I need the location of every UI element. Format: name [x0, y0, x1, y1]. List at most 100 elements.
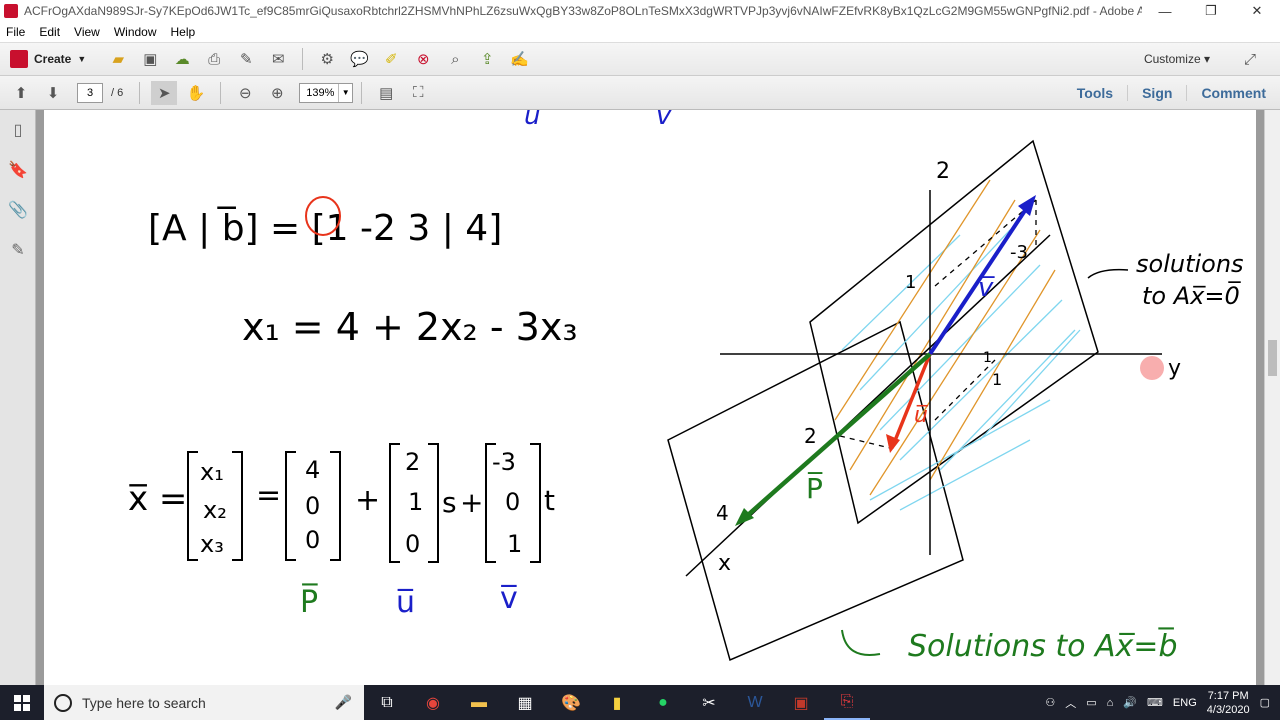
cortana-icon: [54, 693, 72, 712]
scrollbar-thumb[interactable]: [1268, 340, 1277, 376]
tab-tools[interactable]: Tools: [1063, 85, 1127, 101]
zoom-level-select[interactable]: 139% ▼: [299, 82, 354, 103]
right-panel-tabs: Tools Sign Comment: [1063, 76, 1280, 109]
menu-file[interactable]: File: [0, 25, 33, 39]
page-number-input[interactable]: 3: [77, 82, 103, 103]
toolbar-divider: [361, 81, 363, 104]
language-indicator[interactable]: ENG: [1173, 697, 1197, 709]
p-vec-2: 0: [305, 492, 320, 520]
zoom-out-icon[interactable]: ⊖: [232, 81, 258, 105]
u-vector-bracket-left: [389, 443, 400, 563]
handwritten-notes: u̅ v̅ [A | b̅] = [1 -2 3 | 4] x₁ = 4 + 2…: [128, 110, 1244, 664]
hand-tool-icon[interactable]: ✋: [183, 81, 209, 105]
taskbar-search-input[interactable]: Type here to search 🎤: [44, 685, 364, 720]
u-vec-3: 0: [405, 530, 420, 558]
sticky-notes-icon[interactable]: ▮: [594, 685, 640, 720]
menu-edit[interactable]: Edit: [33, 25, 68, 39]
paint-icon[interactable]: 🎨: [548, 685, 594, 720]
signatures-icon[interactable]: ✎: [8, 240, 28, 260]
clock-date: 4/3/2020: [1206, 703, 1250, 716]
pdf-page: u̅ v̅ [A | b̅] = [1 -2 3 | 4] x₁ = 4 + 2…: [44, 110, 1256, 685]
keyboard-icon[interactable]: ⌨: [1147, 696, 1163, 709]
search-placeholder: Type here to search: [82, 694, 206, 711]
fit-page-icon[interactable]: ▤: [373, 81, 399, 105]
p-vector-bracket-left: [285, 451, 296, 561]
tab-sign[interactable]: Sign: [1127, 84, 1186, 101]
document-view[interactable]: u̅ v̅ [A | b̅] = [1 -2 3 | 4] x₁ = 4 + 2…: [36, 110, 1264, 685]
clock[interactable]: 7:17 PM 4/3/2020: [1207, 689, 1250, 717]
open-folder-icon[interactable]: ▰: [105, 47, 131, 71]
x-vec-2: x₂: [203, 496, 227, 524]
create-label: Create: [34, 52, 72, 66]
u-vector-bracket-right: [428, 443, 439, 563]
attachments-icon[interactable]: 📎: [8, 200, 28, 220]
chevron-down-icon: ▼: [77, 54, 87, 64]
network-icon[interactable]: ⌂: [1107, 697, 1114, 709]
restore-button[interactable]: ❐: [1188, 0, 1234, 22]
export-icon[interactable]: ⇪: [474, 47, 500, 71]
search-doc-icon[interactable]: ⌕: [442, 47, 468, 71]
tick-label-2: 2: [804, 424, 817, 448]
s-parameter: s: [442, 486, 457, 519]
acrobat-taskbar-icon[interactable]: ⎘: [824, 685, 870, 720]
vertical-scrollbar[interactable]: [1264, 110, 1280, 685]
create-icon: [10, 50, 28, 68]
microphone-icon[interactable]: 🎤: [335, 694, 352, 711]
fullscreen-icon[interactable]: ⛶: [405, 81, 431, 105]
v-diagram-label: v̅: [978, 273, 995, 303]
v-vector-bracket-right: [530, 443, 541, 563]
volume-icon[interactable]: 🔊: [1123, 696, 1137, 709]
battery-icon[interactable]: ▭: [1086, 696, 1096, 709]
print-icon[interactable]: ⎙: [201, 47, 227, 71]
zoom-in-icon[interactable]: ⊕: [264, 81, 290, 105]
highlight-icon[interactable]: ✐: [378, 47, 404, 71]
page-thumbnails-icon[interactable]: ▯: [8, 120, 28, 140]
previous-page-icon[interactable]: ⬆: [8, 81, 34, 105]
x-vec-3: x₃: [200, 530, 224, 558]
delete-icon[interactable]: ⊗: [410, 47, 436, 71]
expand-icon[interactable]: ⤢: [1237, 47, 1263, 71]
snipping-tool-icon[interactable]: ✂: [686, 685, 732, 720]
media-player-icon[interactable]: ▣: [778, 685, 824, 720]
select-cursor-icon[interactable]: ➤: [151, 80, 178, 105]
file-explorer-icon[interactable]: ▬: [456, 685, 502, 720]
people-icon[interactable]: ⚇: [1045, 696, 1055, 709]
settings-gear-icon[interactable]: ⚙: [314, 47, 340, 71]
task-view-icon[interactable]: ⧉: [364, 685, 410, 720]
create-button[interactable]: Create ▼: [10, 50, 86, 68]
word-icon[interactable]: W: [732, 685, 778, 720]
customize-dropdown[interactable]: Customize ▾: [1144, 52, 1210, 66]
tick-label-neg3: -3: [1010, 242, 1028, 263]
calculator-icon[interactable]: ▦: [502, 685, 548, 720]
upload-cloud-icon[interactable]: ☁: [169, 47, 195, 71]
p-label: P̅: [300, 583, 318, 620]
page-total: / 6: [111, 86, 124, 99]
clock-time: 7:17 PM: [1207, 689, 1249, 702]
whatsapp-icon[interactable]: ●: [640, 685, 686, 720]
windows-start-icon[interactable]: [0, 685, 44, 720]
menu-view[interactable]: View: [68, 25, 108, 39]
comment-bubble-icon[interactable]: 💬: [346, 47, 372, 71]
notifications-icon[interactable]: ▢: [1260, 696, 1270, 709]
minimize-button[interactable]: —: [1142, 0, 1188, 22]
chrome-icon[interactable]: ◉: [410, 685, 456, 720]
chevron-up-icon[interactable]: ︿: [1065, 695, 1076, 711]
x-bar-label: x̅ =: [128, 479, 187, 519]
menu-window[interactable]: Window: [108, 25, 165, 39]
window-titlebar: ACFrOgAXdaN989SJr-Sy7KEpOd6JW1Tc_ef9C85m…: [0, 0, 1280, 22]
u-vec-1: 2: [405, 448, 420, 476]
tab-comment[interactable]: Comment: [1186, 84, 1280, 101]
solutions-nonhomogeneous: Solutions to Ax̅=b̅: [908, 627, 1178, 664]
sign-icon[interactable]: ✍: [506, 47, 532, 71]
close-button[interactable]: ✕: [1234, 0, 1280, 22]
next-page-icon[interactable]: ⬇: [40, 81, 66, 105]
x1-equation: x₁ = 4 + 2x₂ - 3x₃: [242, 305, 578, 349]
navigation-toolbar: ⬆ ⬇ 3 / 6 ➤ ✋ ⊖ ⊕ 139% ▼ ▤ ⛶ Tools Sign …: [0, 76, 1280, 110]
menu-help[interactable]: Help: [165, 25, 204, 39]
save-icon[interactable]: ▣: [137, 47, 163, 71]
system-tray: ⚇ ︿ ▭ ⌂ 🔊 ⌨ ENG 7:17 PM 4/3/2020 ▢: [1045, 685, 1280, 720]
bookmarks-icon[interactable]: 🔖: [8, 160, 28, 180]
edit-icon[interactable]: ✎: [233, 47, 259, 71]
tick-label-1c: 1: [983, 350, 992, 366]
email-icon[interactable]: ✉: [265, 47, 291, 71]
